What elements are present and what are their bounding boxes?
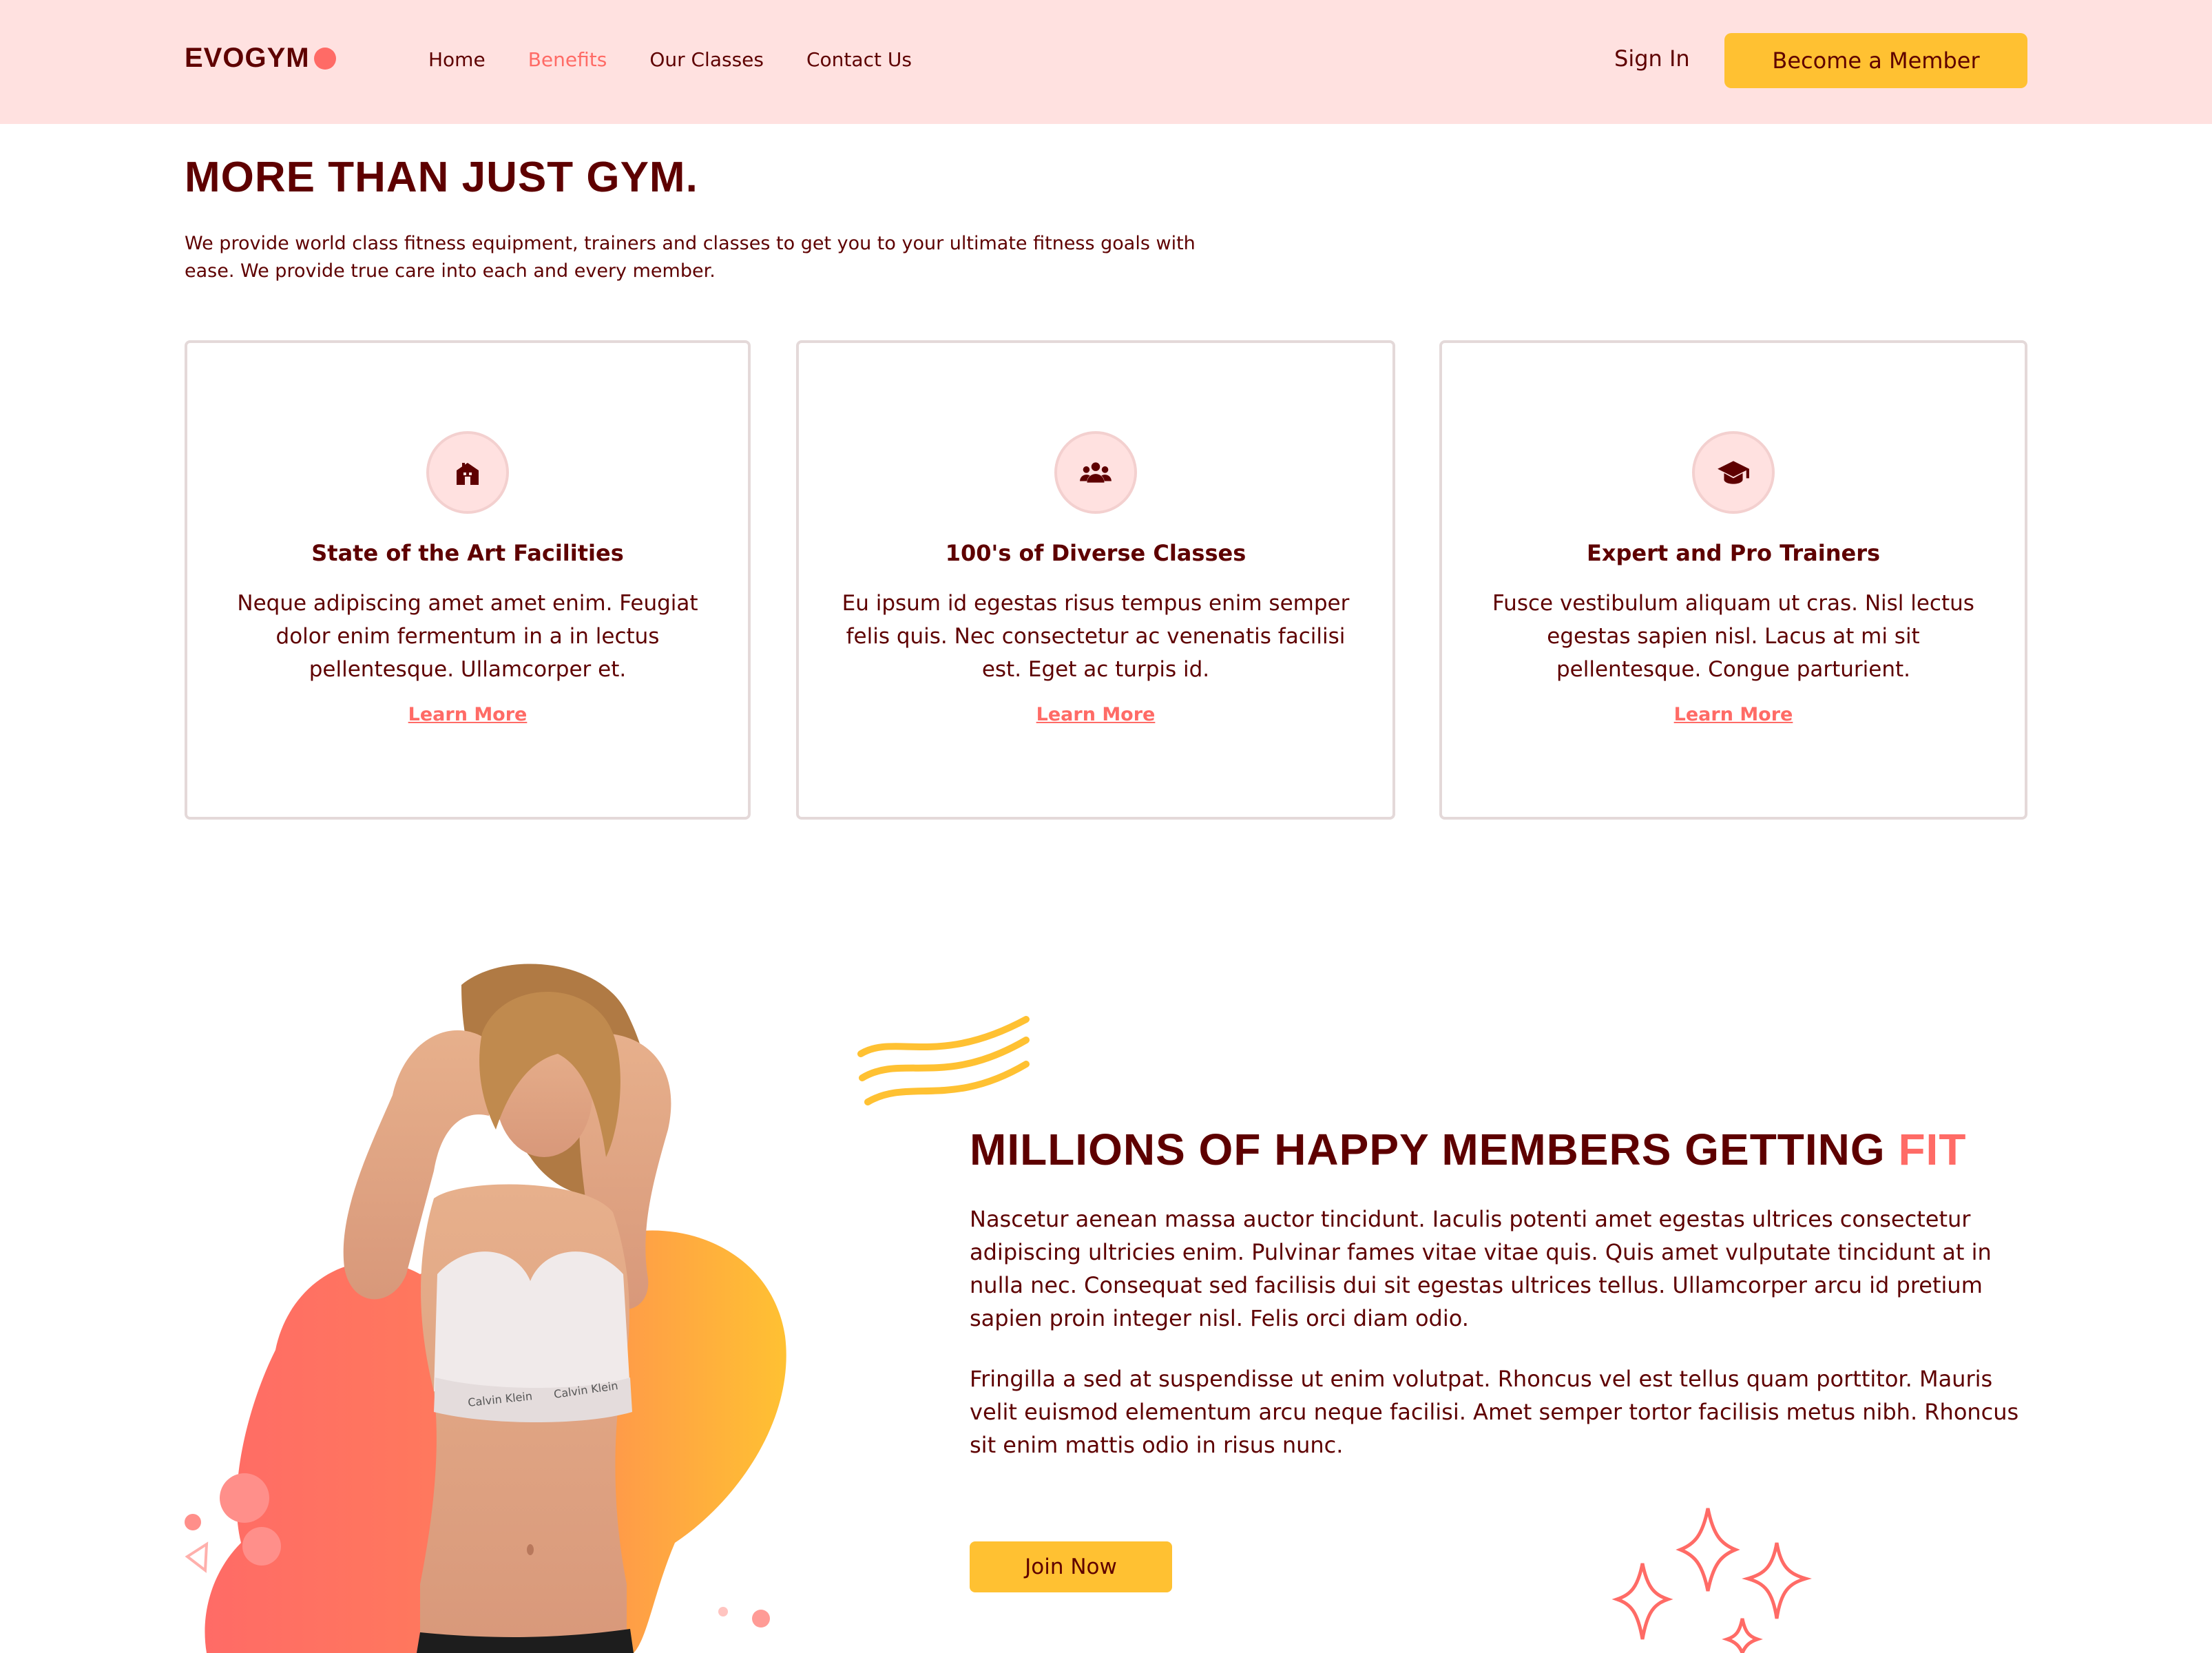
title-main: MILLIONS OF HAPPY MEMBERS GETTING <box>970 1125 1899 1174</box>
benefits-description: We provide world class fitness equipment… <box>185 233 1196 282</box>
logo-dot-icon <box>313 47 336 70</box>
join-now-button[interactable]: Join Now <box>970 1541 1172 1592</box>
benefit-card-facilities: State of the Art Facilities Neque adipis… <box>185 340 751 820</box>
description-paragraph-2: Fringilla a sed at suspendisse ut enim v… <box>970 1366 2019 1458</box>
become-member-button[interactable]: Become a Member <box>1724 33 2027 88</box>
learn-more-link[interactable]: Learn More <box>187 704 748 725</box>
logo[interactable]: EVOGYM <box>185 43 336 74</box>
learn-more-link[interactable]: Learn More <box>1442 704 2025 725</box>
card-title: 100's of Diverse Classes <box>945 540 1246 566</box>
benefit-card-classes: 100's of Diverse Classes Eu ipsum id ege… <box>796 340 1395 820</box>
card-title: Expert and Pro Trainers <box>1586 540 1881 566</box>
navbar: EVOGYM Home Benefits Our Classes Contact… <box>0 0 2212 124</box>
nav-link-benefits[interactable]: Benefits <box>528 48 607 71</box>
card-text: Neque adipiscing amet amet enim. Feugiat… <box>237 591 698 682</box>
academic-cap-icon <box>1692 431 1775 514</box>
nav-link-home[interactable]: Home <box>428 48 486 71</box>
benefit-card-trainers: Expert and Pro Trainers Fusce vestibulum… <box>1439 340 2027 820</box>
sparkles-icon <box>1611 1508 1812 1653</box>
happy-members-title: MILLIONS OF HAPPY MEMBERS GETTING FIT <box>970 1124 1966 1175</box>
abstract-waves-icon <box>857 1016 1030 1105</box>
logo-text: EVOGYM <box>185 43 310 73</box>
nav-link-contact-us[interactable]: Contact Us <box>806 48 912 71</box>
learn-more-link[interactable]: Learn More <box>799 704 1392 725</box>
sign-in-link[interactable]: Sign In <box>1614 45 1690 72</box>
card-title: State of the Art Facilities <box>311 540 624 566</box>
card-text: Fusce vestibulum aliquam ut cras. Nisl l… <box>1492 591 1974 682</box>
nav-links: Home Benefits Our Classes Contact Us <box>428 48 954 71</box>
user-group-icon <box>1054 431 1137 514</box>
benefits-title: MORE THAN JUST GYM. <box>185 154 698 201</box>
title-accent: FIT <box>1898 1125 1967 1174</box>
description-paragraph-1: Nascetur aenean massa auctor tincidunt. … <box>970 1206 1992 1331</box>
home-icon <box>426 431 509 514</box>
nav-link-our-classes[interactable]: Our Classes <box>649 48 764 71</box>
benefits-page-graphic: Calvin Klein Calvin Klein <box>185 964 786 1653</box>
card-text: Eu ipsum id egestas risus tempus enim se… <box>842 591 1350 682</box>
